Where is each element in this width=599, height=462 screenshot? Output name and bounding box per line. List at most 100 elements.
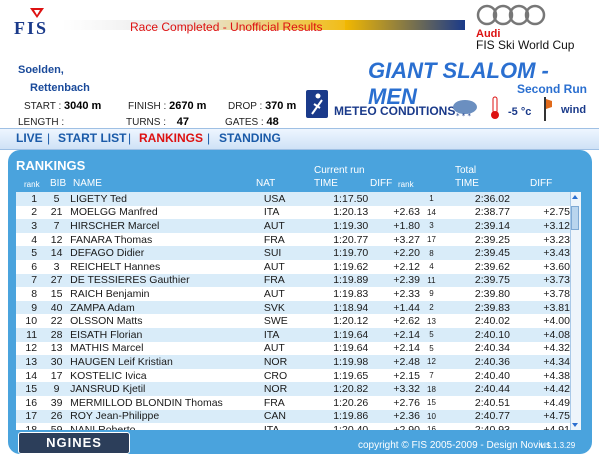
cell-total-diff: +3.60	[543, 260, 570, 273]
current-run-header: Current run	[314, 165, 365, 176]
cell-run-rank: 9	[429, 289, 434, 299]
cell-diff: +2.76	[393, 396, 420, 409]
cell-nat: ITA	[263, 206, 280, 219]
tab-live[interactable]: LIVE	[16, 131, 43, 145]
cell-rank: 3	[31, 219, 38, 232]
gates-value: 48	[266, 116, 279, 128]
table-row[interactable]: 12 13 MATHIS Marcel AUT 1:19.64 +2.14 5 2:40.34…	[16, 341, 570, 356]
cell-total-diff: +4.32	[543, 342, 570, 355]
cell-nat: AUT	[263, 219, 285, 232]
cell-diff: +2.48	[393, 355, 420, 368]
col-run-rank: rank	[398, 180, 414, 189]
cell-total-time: 2:39.25	[474, 233, 510, 246]
table-row[interactable]: 3 7 HIRSCHER Marcel AUT 1:19.30 +1.80 3 2:39.14…	[16, 219, 570, 233]
cell-rank: 17	[25, 410, 38, 423]
cell-diff: +2.14	[393, 328, 420, 341]
cell-diff: +2.20	[393, 247, 420, 260]
table-row[interactable]: 10 22 OLSSON Matts SWE 1:20.12 +2.62 13 2:40.02…	[16, 314, 570, 328]
cell-time: 1:19.70	[333, 247, 369, 260]
tab-rankings[interactable]: RANKINGS	[139, 131, 203, 145]
cell-name: NANI Roberto	[70, 423, 136, 430]
table-row[interactable]: 16 39 MERMILLOD BLONDIN Thomas FRA 1:20.26 +2…	[16, 395, 570, 410]
table-row[interactable]: 18 59 NANI Roberto ITA 1:20.40 +2.90 16 2:40.93…	[16, 423, 570, 430]
venue-course: Rettenbach	[30, 82, 90, 94]
table-row[interactable]: 8 15 RAICH Benjamin AUT 1:19.83 +2.33 9 2:39.80…	[16, 287, 570, 301]
scroll-down-arrow-icon[interactable]	[571, 421, 579, 429]
cell-rank: 6	[31, 260, 38, 273]
rankings-table-container[interactable]: 1 5 LIGETY Ted USA 1:17.50 1 2:36.02 2 21 MOELGG …	[16, 192, 570, 430]
cell-time: 1:17.50	[333, 192, 369, 205]
table-row[interactable]: 1 5 LIGETY Ted USA 1:17.50 1 2:36.02	[16, 192, 570, 206]
table-row[interactable]: 6 3 REICHELT Hannes AUT 1:19.62 +2.12 4 2:39.62…	[16, 259, 570, 274]
cell-total-time: 2:39.75	[474, 274, 510, 287]
cell-total-time: 2:39.62	[474, 260, 510, 273]
cell-nat: FRA	[263, 233, 285, 246]
cell-time: 1:20.12	[333, 315, 369, 328]
drop-stat: DROP : 370 m	[228, 100, 296, 112]
cell-total-time: 2:40.36	[474, 355, 510, 368]
cell-bib: 3	[53, 260, 60, 273]
thermometer-icon	[491, 96, 499, 119]
table-row[interactable]: 17 26 ROY Jean-Philippe CAN 1:19.86 +2.36 10 2:…	[16, 409, 570, 424]
table-row[interactable]: 11 28 EISATH Florian ITA 1:19.64 +2.14 5 2:40.1…	[16, 327, 570, 342]
windsock-icon	[544, 97, 552, 121]
cell-run-rank: 4	[429, 262, 434, 272]
table-row[interactable]: 4 12 FANARA Thomas FRA 1:20.77 +3.27 17 2:39.25…	[16, 232, 570, 247]
cell-diff: +2.14	[393, 342, 420, 355]
cell-rank: 8	[31, 287, 38, 300]
cell-bib: 39	[50, 396, 63, 409]
col-time: TIME	[314, 178, 338, 189]
col-bib: BIB	[50, 178, 67, 189]
venue-name: Soelden,	[18, 64, 64, 76]
cell-name: LIGETY Ted	[70, 192, 127, 205]
cell-run-rank: 8	[429, 248, 434, 258]
table-row[interactable]: 2 21 MOELGG Manfred ITA 1:20.13 +2.63 14 2:38.7…	[16, 205, 570, 220]
engines-logo[interactable]: NGINES	[18, 432, 130, 454]
cell-name: KOSTELIC Ivica	[70, 369, 147, 382]
cell-nat: USA	[263, 192, 286, 205]
table-row[interactable]: 14 17 KOSTELIC Ivica CRO 1:19.65 +2.15 7 2:40.4…	[16, 368, 570, 383]
cell-name: ROY Jean-Philippe	[70, 410, 160, 423]
scroll-up-arrow-icon[interactable]	[571, 193, 579, 201]
cell-nat: AUT	[263, 287, 285, 300]
cell-nat: ITA	[263, 423, 280, 430]
table-row[interactable]: 5 14 DEFAGO Didier SUI 1:19.70 +2.20 8 2:39.45 +…	[16, 246, 570, 260]
cell-run-rank: 5	[429, 343, 434, 353]
cell-total-diff	[520, 192, 570, 206]
cell-diff: +2.36	[393, 410, 420, 423]
cell-name: DE TESSIERES Gauthier	[70, 274, 190, 287]
length-label: LENGTH :	[18, 117, 65, 128]
wind-label: wind	[561, 104, 587, 116]
cell-total-diff: +4.42	[543, 383, 570, 396]
scroll-thumb[interactable]	[571, 206, 579, 230]
table-row[interactable]: 15 9 JANSRUD Kjetil NOR 1:20.82 +3.32 18 2:40.4…	[16, 382, 570, 396]
version-text: v 1.1.3.29	[540, 441, 576, 450]
cell-bib: 12	[50, 233, 63, 246]
tab-start-list[interactable]: START LIST	[58, 131, 126, 145]
start-stat: START : 3040 m	[24, 100, 101, 112]
cell-nat: FRA	[263, 396, 285, 409]
cell-diff: +3.32	[393, 383, 420, 396]
cell-run-rank: 18	[427, 384, 436, 394]
cell-diff: +2.63	[393, 206, 420, 219]
cell-bib: 22	[50, 315, 63, 328]
cell-run-rank: 15	[427, 398, 436, 408]
cell-total-time: 2:40.51	[474, 396, 510, 409]
cell-bib: 28	[50, 328, 63, 341]
cell-bib: 7	[53, 219, 60, 232]
cell-name: DEFAGO Didier	[70, 247, 145, 260]
snow-cloud-icon: * * *	[453, 100, 477, 120]
cell-total-diff: +4.00	[543, 315, 570, 328]
cell-nat: NOR	[263, 355, 288, 368]
cell-bib: 27	[50, 274, 63, 287]
cell-run-rank: 1	[429, 194, 434, 204]
table-row[interactable]: 13 30 HAUGEN Leif Kristian NOR 1:19.98 +2.48 1…	[16, 355, 570, 369]
cell-time: 1:20.77	[333, 233, 369, 246]
finish-label: FINISH :	[128, 101, 167, 112]
cell-total-diff: +3.12	[543, 219, 570, 232]
cell-total-diff: +2.75	[543, 206, 570, 219]
table-row[interactable]: 7 27 DE TESSIERES Gauthier FRA 1:19.89 +2.39 1…	[16, 273, 570, 288]
tab-standing[interactable]: STANDING	[219, 131, 281, 145]
table-row[interactable]: 9 40 ZAMPA Adam SVK 1:18.94 +1.44 2 2:39.83 +3.8…	[16, 300, 570, 315]
cell-run-rank: 12	[427, 357, 436, 367]
